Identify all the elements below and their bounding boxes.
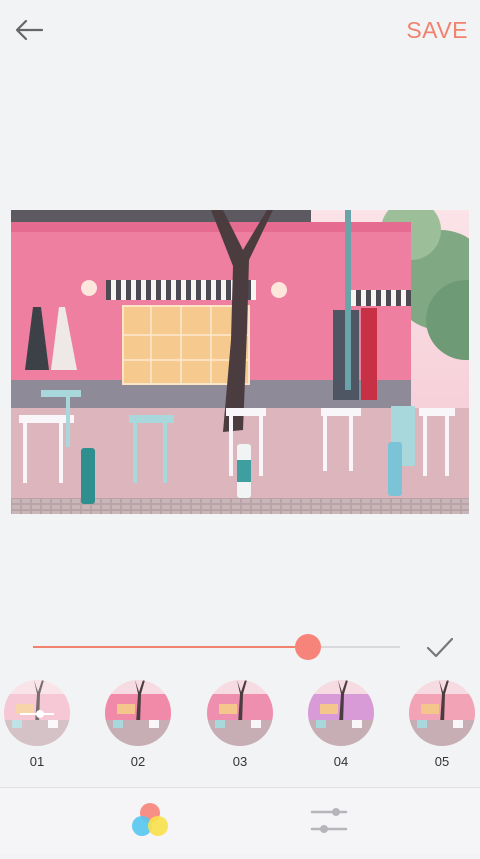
filter-label: 05 — [434, 754, 450, 769]
back-button[interactable] — [12, 14, 48, 46]
filter-item-05[interactable]: 05 — [407, 680, 477, 769]
arrow-left-icon — [15, 19, 44, 41]
top-bar: SAVE — [0, 0, 480, 60]
filter-label: 03 — [232, 754, 248, 769]
filter-thumbnail — [308, 680, 374, 746]
filter-thumbnail — [105, 680, 171, 746]
filter-item-04[interactable]: 04 — [306, 680, 376, 769]
filter-label: 04 — [333, 754, 349, 769]
checkmark-icon — [426, 637, 454, 658]
filter-label: 02 — [130, 754, 146, 769]
photo-preview — [11, 210, 469, 514]
filter-item-01[interactable]: 01 — [2, 680, 72, 769]
tab-filters[interactable] — [30, 788, 270, 854]
save-button[interactable]: SAVE — [406, 14, 468, 46]
filter-thumbnail — [207, 680, 273, 746]
intensity-slider-thumb[interactable] — [295, 634, 322, 660]
selected-slider-mark — [4, 680, 70, 746]
intensity-slider-row — [0, 628, 480, 668]
adjust-sliders-icon — [310, 808, 348, 833]
filter-item-02[interactable]: 02 — [103, 680, 173, 769]
tab-adjust[interactable] — [240, 788, 480, 854]
bottom-tab-bar — [0, 787, 480, 854]
intensity-slider-track[interactable] — [33, 634, 400, 660]
filter-label: 01 — [29, 754, 45, 769]
filters-icon — [132, 803, 168, 836]
filter-strip: 01 02 03 04 05 — [0, 680, 480, 772]
filter-item-03[interactable]: 03 — [205, 680, 275, 769]
intensity-slider-fill — [33, 646, 309, 648]
filter-thumbnail — [409, 680, 475, 746]
confirm-button[interactable] — [424, 634, 456, 662]
